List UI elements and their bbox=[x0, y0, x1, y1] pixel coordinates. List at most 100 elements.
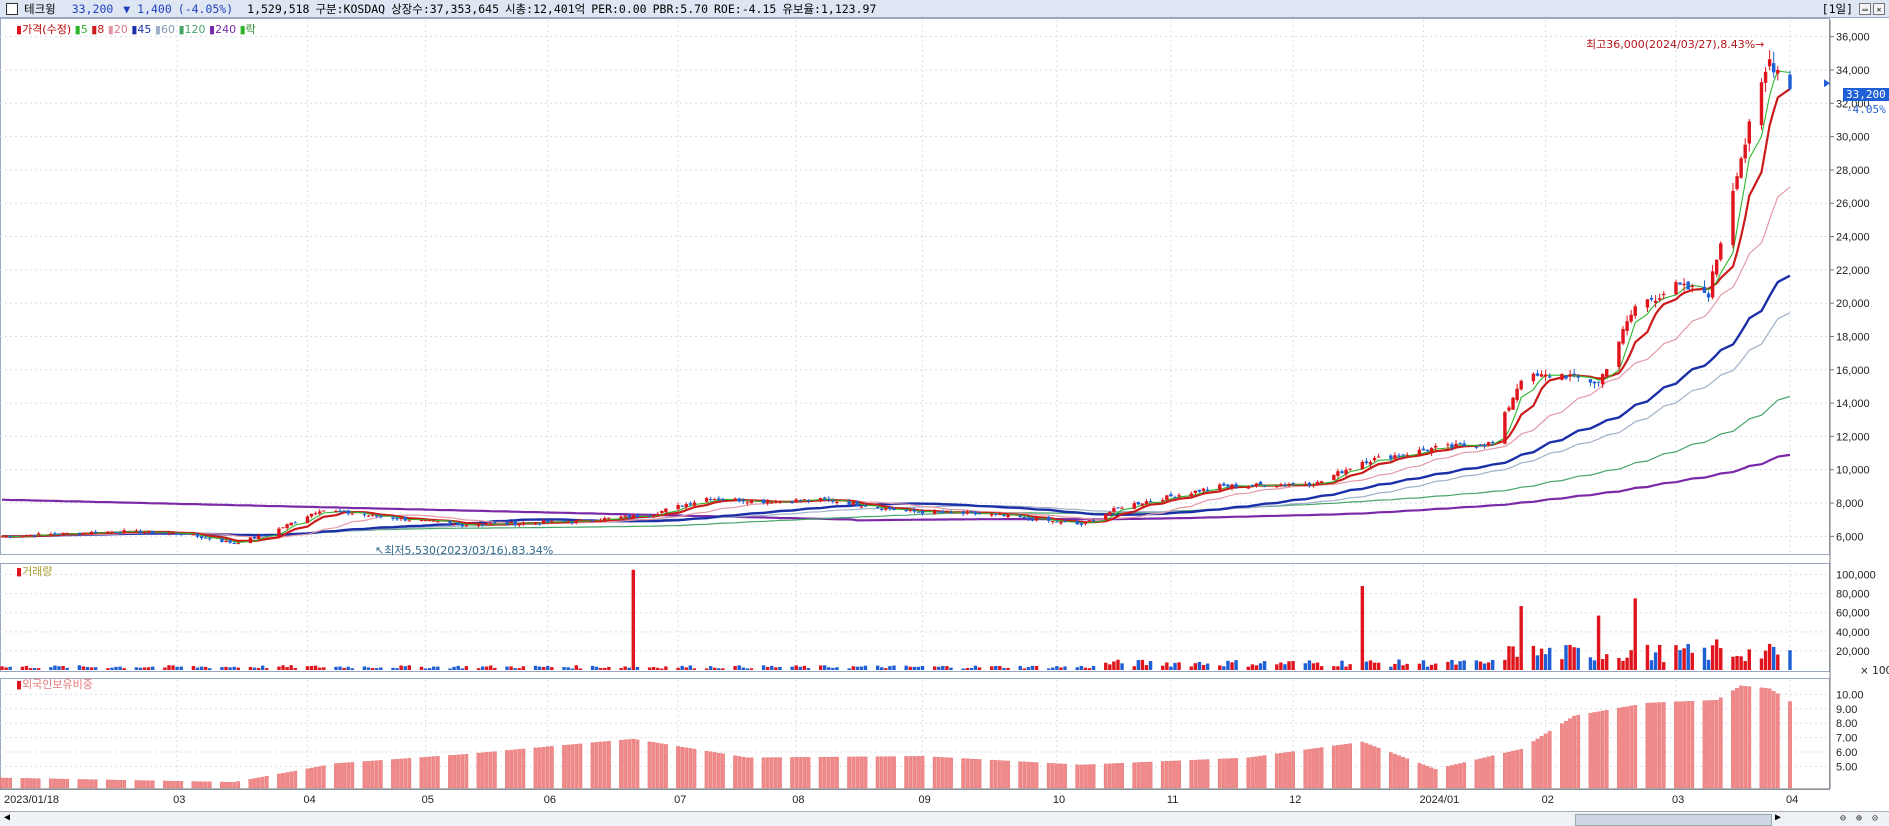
candle-body bbox=[741, 500, 745, 502]
candle-body bbox=[191, 534, 196, 536]
foreign-bar bbox=[602, 741, 607, 789]
candle-body bbox=[1132, 503, 1136, 509]
volume-bar bbox=[1657, 644, 1662, 670]
volume-bar bbox=[350, 668, 354, 670]
foreign-bar bbox=[122, 780, 127, 789]
legend-ma60[interactable]: 60 bbox=[161, 23, 175, 36]
volume-bar bbox=[863, 665, 868, 670]
candle-body bbox=[1165, 495, 1169, 501]
volume-bar bbox=[281, 665, 285, 670]
foreign-bar bbox=[248, 779, 253, 789]
volume-bar bbox=[1234, 660, 1238, 670]
foreign-bar bbox=[505, 750, 509, 789]
legend-ma5[interactable]: 5 bbox=[81, 23, 88, 36]
candle-body bbox=[1372, 457, 1377, 461]
volume-bar bbox=[89, 667, 94, 670]
zoom-out-icon[interactable]: ⊖ bbox=[1840, 813, 1846, 824]
candle-body bbox=[647, 516, 652, 518]
horizontal-scrollbar[interactable]: ◀ ▶ ⊖ ⊕ ⊙ bbox=[0, 811, 1889, 826]
volume-bar bbox=[1702, 647, 1707, 670]
candle-body bbox=[916, 511, 921, 513]
volume-bar bbox=[692, 668, 697, 670]
volume-bar bbox=[1364, 661, 1369, 670]
legend-ma120[interactable]: 120 bbox=[185, 23, 206, 36]
volume-bar bbox=[1450, 659, 1454, 670]
foreign-bar bbox=[1107, 763, 1112, 789]
volume-bar bbox=[1405, 663, 1409, 670]
scroll-thumb[interactable] bbox=[1575, 814, 1772, 826]
scroll-left-icon[interactable]: ◀ bbox=[4, 812, 10, 823]
foreign-bar bbox=[822, 756, 827, 789]
volume-unit: × 100 bbox=[1860, 665, 1889, 677]
candle-body bbox=[293, 522, 297, 524]
volume-bar bbox=[1425, 666, 1430, 670]
foreign-bar bbox=[118, 779, 122, 789]
zoom-reset-icon[interactable]: ⊙ bbox=[1872, 813, 1878, 824]
foreign-bar bbox=[1625, 706, 1629, 789]
candle-body bbox=[1140, 503, 1145, 506]
volume-bar bbox=[664, 666, 668, 670]
foreign-bar bbox=[1368, 744, 1373, 789]
candle-body bbox=[338, 510, 342, 512]
foreign-pane-title[interactable]: 외국인보유비중 bbox=[22, 678, 93, 691]
volume-pane-frame bbox=[0, 563, 1830, 672]
candle-body bbox=[432, 520, 436, 522]
candle-body bbox=[1091, 520, 1096, 522]
foreign-bar bbox=[1458, 763, 1462, 789]
candle-body bbox=[774, 501, 778, 503]
chart-canvas[interactable]: 2023/01/18 03 04 05 06 07 08 09 10 11 12 2024/01 02 0… bbox=[0, 0, 1889, 811]
foreign-bar bbox=[977, 759, 982, 789]
candle-body bbox=[93, 531, 98, 534]
candle-body bbox=[761, 499, 766, 504]
candle-body bbox=[195, 533, 200, 537]
zoom-in-icon[interactable]: ⊕ bbox=[1856, 813, 1862, 824]
x-tick-label: 07 bbox=[674, 794, 686, 806]
foreign-bar bbox=[1482, 757, 1487, 789]
legend-ma20[interactable]: 20 bbox=[114, 23, 128, 36]
volume-bar bbox=[391, 667, 395, 670]
legend-event[interactable]: 락 bbox=[246, 23, 256, 36]
volume-bar bbox=[1759, 658, 1764, 670]
legend-ma45[interactable]: 45 bbox=[137, 23, 151, 36]
scroll-right-icon[interactable]: ▶ bbox=[1775, 812, 1781, 823]
candle-body bbox=[1405, 454, 1409, 456]
foreign-bar bbox=[81, 779, 86, 789]
volume-bar bbox=[53, 665, 57, 670]
volume-bar bbox=[1283, 664, 1287, 670]
legend-price[interactable]: 가격(수정) bbox=[22, 23, 71, 36]
foreign-bar bbox=[1348, 743, 1352, 789]
foreign-bar bbox=[20, 778, 25, 789]
candle-body bbox=[346, 510, 350, 514]
volume-bar bbox=[220, 667, 224, 670]
foreign-bar bbox=[949, 757, 953, 789]
legend-ma240[interactable]: 240 bbox=[215, 23, 236, 36]
volume-bar bbox=[1022, 668, 1027, 670]
foreign-bar bbox=[761, 757, 766, 789]
volume-bar bbox=[937, 666, 941, 670]
volume-pane-title[interactable]: 거래량 bbox=[22, 565, 52, 578]
moving-average-ma8 bbox=[1, 87, 1791, 543]
candle-body bbox=[932, 510, 937, 514]
foreign-bar bbox=[562, 745, 566, 789]
candle-body bbox=[281, 527, 285, 529]
volume-bar bbox=[578, 668, 583, 670]
legend-ma8[interactable]: 8 bbox=[97, 23, 104, 36]
foreign-bar bbox=[961, 758, 966, 789]
price-tick-label: 28,000 bbox=[1836, 165, 1870, 177]
foreign-bar bbox=[1629, 705, 1634, 789]
last-change-tag: -4.05% bbox=[1846, 103, 1886, 116]
foreign-bar bbox=[1283, 752, 1287, 789]
candle-body bbox=[342, 510, 346, 512]
volume-bar bbox=[191, 665, 196, 670]
foreign-bar bbox=[289, 771, 294, 789]
foreign-bar bbox=[1026, 761, 1031, 789]
foreign-bar bbox=[1450, 765, 1454, 789]
candle-body bbox=[1682, 283, 1686, 286]
candle-body bbox=[374, 515, 379, 517]
candle-body bbox=[1617, 341, 1621, 367]
volume-bar bbox=[721, 668, 725, 670]
candle-body bbox=[1743, 144, 1747, 159]
volume-bar bbox=[452, 666, 456, 670]
volume-bar bbox=[1401, 665, 1405, 670]
foreign-bar bbox=[741, 756, 746, 789]
